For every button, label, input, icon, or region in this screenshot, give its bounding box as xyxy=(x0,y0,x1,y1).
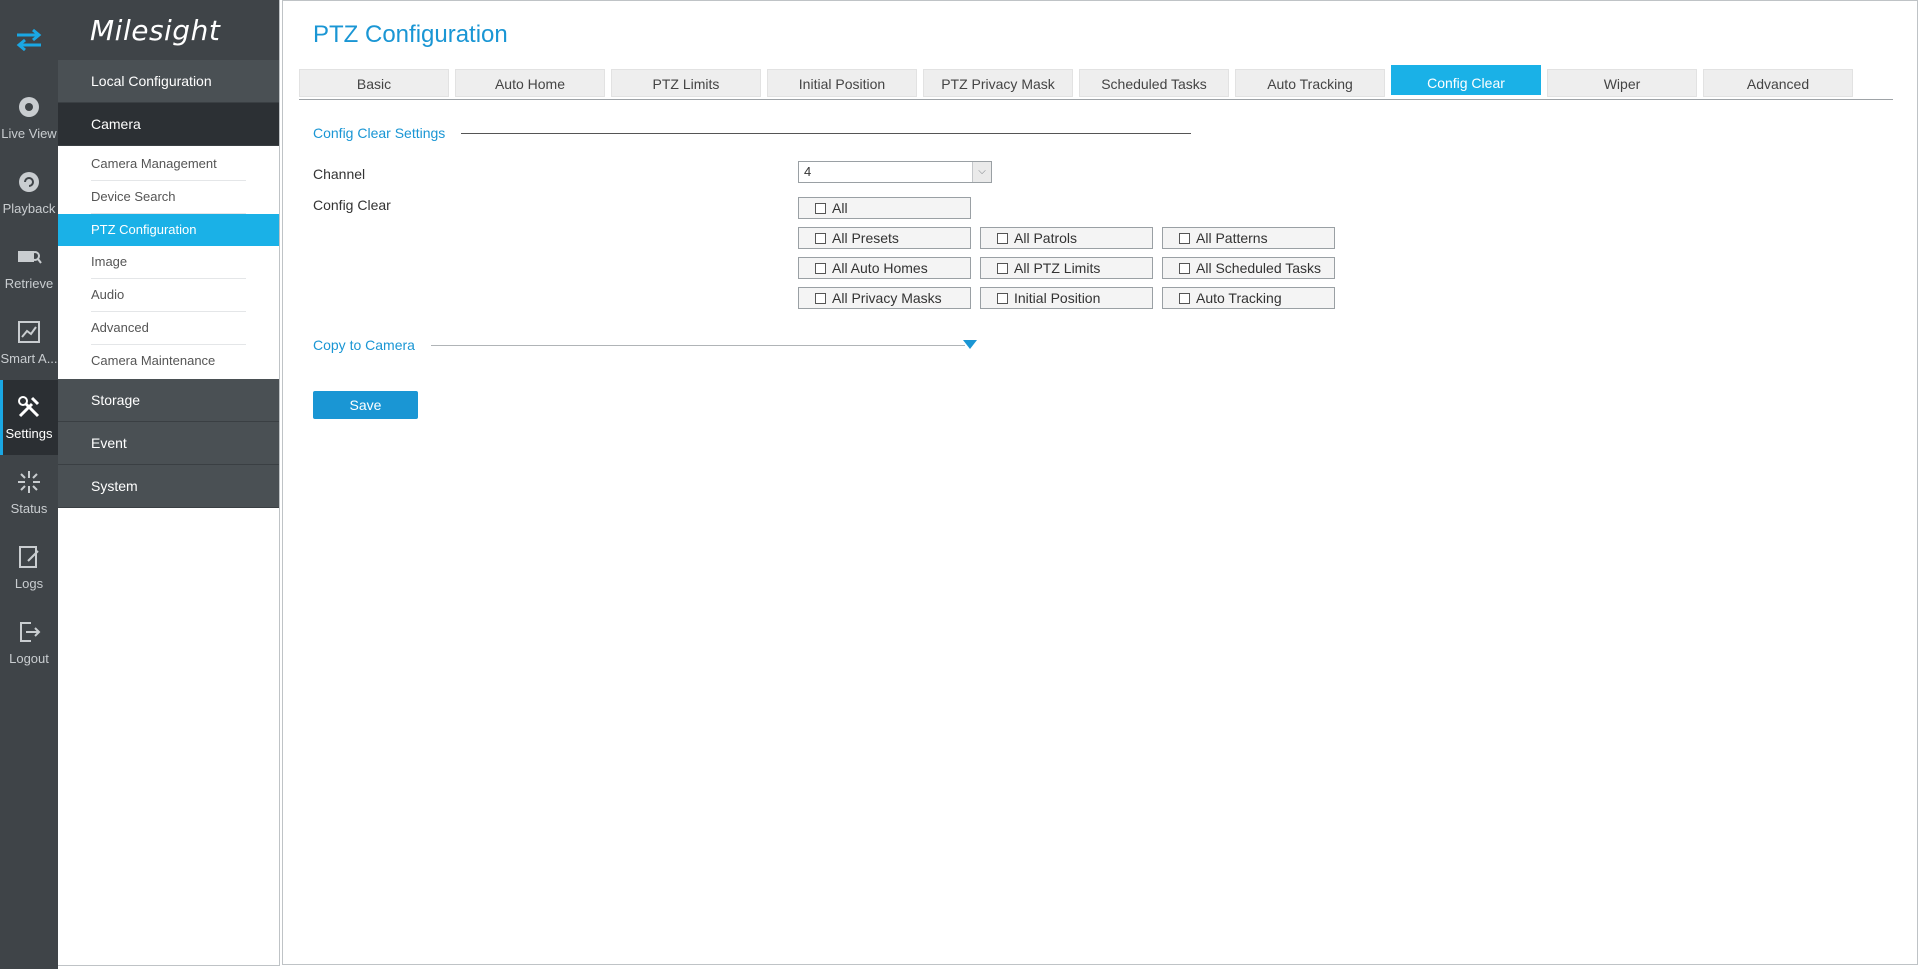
rail-label: Playback xyxy=(2,201,56,216)
rail-label: Status xyxy=(10,501,48,516)
smart-analytics-icon xyxy=(18,321,40,343)
save-button[interactable]: Save xyxy=(313,391,418,419)
settings-icon xyxy=(18,396,40,418)
submenu-image[interactable]: Image xyxy=(91,246,246,279)
tab-auto-home[interactable]: Auto Home xyxy=(455,69,605,97)
camera-submenu: Camera Management Device Search PTZ Conf… xyxy=(58,146,279,379)
tab-config-clear[interactable]: Config Clear xyxy=(1391,65,1541,95)
live-view-icon xyxy=(19,97,39,117)
checkbox-icon xyxy=(1179,262,1190,274)
rail-smart-analytics[interactable]: Smart A... xyxy=(0,305,58,380)
channel-value: 4 xyxy=(804,164,812,179)
menu-group-camera[interactable]: Camera xyxy=(58,103,279,146)
logs-icon xyxy=(19,546,39,568)
rail-playback[interactable]: Playback xyxy=(0,155,58,230)
checkbox-icon xyxy=(997,262,1008,274)
rail-label: Logout xyxy=(9,651,49,666)
rail-label: Smart A... xyxy=(0,351,58,366)
submenu-audio[interactable]: Audio xyxy=(91,279,246,312)
submenu-camera-management[interactable]: Camera Management xyxy=(91,148,246,181)
submenu-device-search[interactable]: Device Search xyxy=(91,181,246,214)
tab-scheduled-tasks[interactable]: Scheduled Tasks xyxy=(1079,69,1229,97)
checkbox-all-auto-homes[interactable]: All Auto Homes xyxy=(798,257,971,279)
config-clear-settings-header: Config Clear Settings xyxy=(313,125,1192,141)
logo-bar: Milesight xyxy=(58,0,279,60)
section-title: Config Clear Settings xyxy=(313,125,446,141)
section-divider xyxy=(461,132,1192,134)
submenu-advanced[interactable]: Advanced xyxy=(91,312,246,345)
submenu-ptz-configuration[interactable]: PTZ Configuration xyxy=(58,214,279,246)
checkbox-all[interactable]: All xyxy=(798,197,971,219)
tab-ptz-limits[interactable]: PTZ Limits xyxy=(611,69,761,97)
swap-arrows-icon xyxy=(16,29,42,51)
checkbox-label: All Scheduled Tasks xyxy=(1196,260,1322,276)
copy-to-camera-header[interactable]: Copy to Camera xyxy=(313,337,965,353)
menu-group-local-configuration[interactable]: Local Configuration xyxy=(58,60,279,103)
rail-live-view[interactable]: Live View xyxy=(0,80,58,155)
checkbox-icon xyxy=(815,292,826,304)
checkbox-icon xyxy=(1179,292,1190,304)
menu-group-event[interactable]: Event xyxy=(58,422,279,465)
checkbox-label: All Patterns xyxy=(1196,230,1268,246)
channel-label: Channel xyxy=(313,166,366,182)
tab-basic[interactable]: Basic xyxy=(299,69,449,97)
checkbox-all-presets[interactable]: All Presets xyxy=(798,227,971,249)
checkbox-icon xyxy=(815,232,826,244)
checkbox-all-scheduled-tasks[interactable]: All Scheduled Tasks xyxy=(1162,257,1335,279)
submenu-camera-maintenance[interactable]: Camera Maintenance xyxy=(91,345,246,377)
rail-label: Live View xyxy=(1,126,57,141)
checkbox-label: All PTZ Limits xyxy=(1014,260,1101,276)
tab-initial-position[interactable]: Initial Position xyxy=(767,69,917,97)
checkbox-icon xyxy=(997,232,1008,244)
chevron-down-icon: ⌵ xyxy=(972,162,991,182)
page-title: PTZ Configuration xyxy=(313,21,508,48)
rail-logs[interactable]: Logs xyxy=(0,530,58,605)
tab-advanced[interactable]: Advanced xyxy=(1703,69,1853,97)
checkbox-label: Auto Tracking xyxy=(1196,290,1282,306)
logout-icon xyxy=(20,622,41,642)
tab-auto-tracking[interactable]: Auto Tracking xyxy=(1235,69,1385,97)
config-clear-label: Config Clear xyxy=(313,197,391,213)
toggle-menu-button[interactable] xyxy=(0,0,58,80)
checkbox-all-patterns[interactable]: All Patterns xyxy=(1162,227,1335,249)
checkbox-icon xyxy=(815,202,826,214)
main-content: PTZ Configuration Basic Auto Home PTZ Li… xyxy=(282,0,1918,965)
checkbox-label: All Presets xyxy=(832,230,899,246)
checkbox-label: All Patrols xyxy=(1014,230,1078,246)
checkbox-label: Initial Position xyxy=(1014,290,1101,306)
checkbox-all-patrols[interactable]: All Patrols xyxy=(980,227,1153,249)
checkbox-label: All Auto Homes xyxy=(832,260,928,276)
checkbox-initial-position[interactable]: Initial Position xyxy=(980,287,1153,309)
status-icon xyxy=(18,471,40,493)
rail-label: Settings xyxy=(5,426,53,441)
checkbox-auto-tracking[interactable]: Auto Tracking xyxy=(1162,287,1335,309)
rail-logout[interactable]: Logout xyxy=(0,605,58,680)
menu-group-system[interactable]: System xyxy=(58,465,279,508)
expand-triangle-icon[interactable] xyxy=(963,340,977,349)
rail-label: Logs xyxy=(14,576,44,591)
copy-to-camera-label: Copy to Camera xyxy=(313,337,415,353)
rail-label: Retrieve xyxy=(4,276,54,291)
section-divider xyxy=(430,344,965,346)
settings-menu: Milesight Local Configuration Camera Cam… xyxy=(58,0,280,966)
rail-settings[interactable]: Settings xyxy=(0,380,58,455)
tab-wiper[interactable]: Wiper xyxy=(1547,69,1697,97)
logo: Milesight xyxy=(90,13,221,47)
checkbox-all-privacy-masks[interactable]: All Privacy Masks xyxy=(798,287,971,309)
checkbox-icon xyxy=(997,292,1008,304)
menu-group-storage[interactable]: Storage xyxy=(58,379,279,422)
tab-ptz-privacy-mask[interactable]: PTZ Privacy Mask xyxy=(923,69,1073,97)
icon-rail: Live View Playback Retrieve Smart A... S… xyxy=(0,0,58,969)
rail-retrieve[interactable]: Retrieve xyxy=(0,230,58,305)
retrieve-icon xyxy=(18,251,42,264)
checkbox-icon xyxy=(815,262,826,274)
channel-select[interactable]: 4 ⌵ xyxy=(798,161,992,183)
rail-status[interactable]: Status xyxy=(0,455,58,530)
checkbox-label: All xyxy=(832,200,848,216)
playback-icon xyxy=(19,172,39,192)
checkbox-label: All Privacy Masks xyxy=(832,290,942,306)
checkbox-all-ptz-limits[interactable]: All PTZ Limits xyxy=(980,257,1153,279)
tab-bar: Basic Auto Home PTZ Limits Initial Posit… xyxy=(299,65,1893,100)
checkbox-icon xyxy=(1179,232,1190,244)
